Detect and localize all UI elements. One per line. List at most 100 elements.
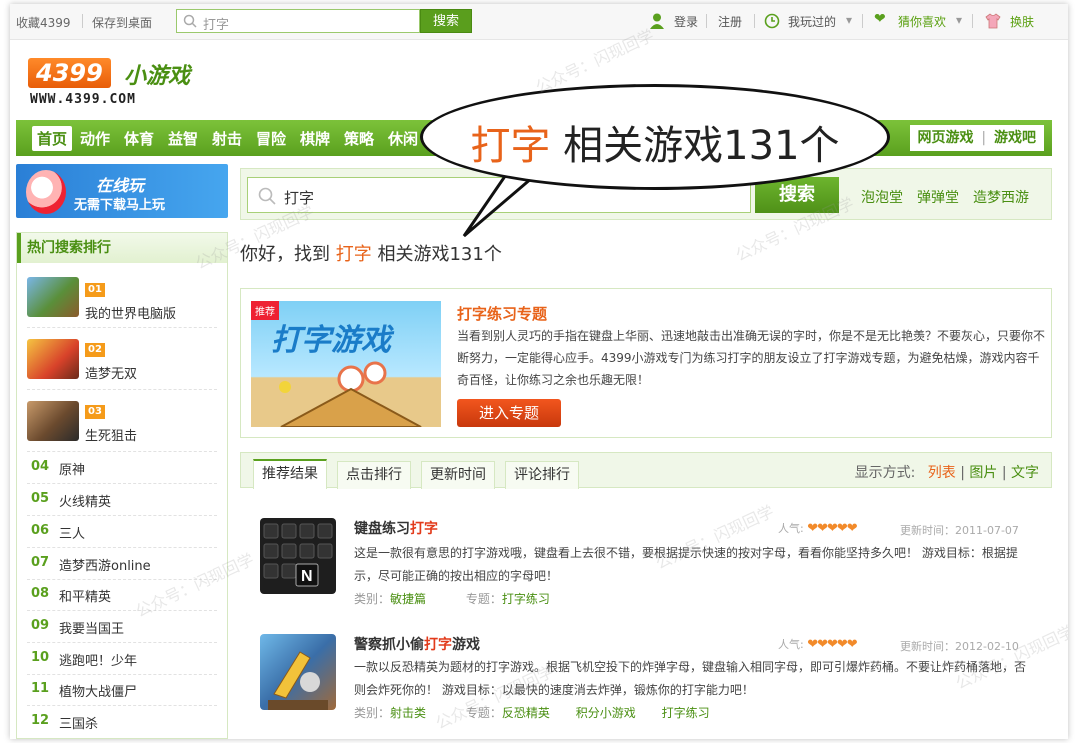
rank-number: 08 xyxy=(31,586,50,601)
tab-comment-rank[interactable]: 评论排行 xyxy=(505,461,579,489)
rank-item-name[interactable]: 火线精英 xyxy=(59,491,111,510)
site-logo[interactable]: 4399 小游戏 WWW.4399.COM xyxy=(28,56,208,112)
divider xyxy=(27,547,217,548)
topic-link[interactable]: 积分小游戏 xyxy=(576,706,636,720)
topic-illustration xyxy=(279,361,422,427)
guess-like-menu[interactable]: 猜你喜欢 xyxy=(898,13,946,30)
divider xyxy=(754,14,755,28)
top-search-button[interactable]: 搜索 xyxy=(420,9,472,33)
clock-icon xyxy=(764,13,780,29)
rank-item-name[interactable]: 我要当国王 xyxy=(59,618,124,637)
display-image-option[interactable]: 图片 xyxy=(969,465,997,481)
game-title[interactable]: 警察抓小偷打字游戏 xyxy=(354,634,480,654)
popularity: 人气: ❤❤❤❤❤ xyxy=(778,636,858,652)
hot-search-sidebar: 热门搜索排行 01 我的世界电脑版 02 造梦无双 03 生死狙击 04 原神 … xyxy=(16,232,228,739)
rank-item-name[interactable]: 逃跑吧！少年 xyxy=(59,650,137,669)
topic-link[interactable]: 打字练习 xyxy=(662,706,710,720)
hot-link[interactable]: 泡泡堂 xyxy=(861,187,903,207)
user-icon xyxy=(650,13,664,29)
divider xyxy=(27,674,217,675)
result-tabs: 推荐结果 点击排行 更新时间 评论排行 显示方式: 列表 | 图片 | 文字 xyxy=(240,452,1052,489)
topic-link[interactable]: 反恐精英 xyxy=(502,706,550,720)
popularity-label: 人气: xyxy=(778,522,804,535)
divider: | xyxy=(1001,465,1007,481)
tab-recommended[interactable]: 推荐结果 xyxy=(253,459,327,489)
tab-update-time[interactable]: 更新时间 xyxy=(421,461,495,489)
rank-badge: 02 xyxy=(85,343,105,357)
hot-link[interactable]: 造梦西游 xyxy=(973,187,1029,207)
heart-rating-icon: ❤❤❤❤❤ xyxy=(807,521,857,536)
rank-item-name[interactable]: 植物大战僵尸 xyxy=(59,681,137,700)
browser-page: 收藏4399 保存到桌面 打字 搜索 登录 注册 我玩过的 ▾ ❤ 猜你喜欢 ▾… xyxy=(10,4,1068,739)
rank-item-name[interactable]: 我的世界电脑版 xyxy=(85,303,176,322)
topic-description: 当看到别人灵巧的手指在键盘上华丽、迅速地敲击出准确无误的字时，你是不是无比艳羡？… xyxy=(457,329,1046,387)
nav-item-shooting[interactable]: 射击 xyxy=(212,128,242,149)
display-label: 显示方式: xyxy=(854,465,916,481)
skin-link[interactable]: 换肤 xyxy=(1010,13,1034,30)
nav-item-puzzle[interactable]: 益智 xyxy=(168,128,198,149)
category-link[interactable]: 敏捷篇 xyxy=(390,592,426,606)
divider xyxy=(27,327,217,328)
game-thumbnail[interactable] xyxy=(27,339,79,379)
topic-title[interactable]: 打字练习专题 xyxy=(457,303,547,324)
rank-item-name[interactable]: 造梦西游online xyxy=(59,555,151,574)
result-keyword: 打字 xyxy=(335,244,372,265)
nav-item-board[interactable]: 棋牌 xyxy=(300,128,330,149)
rank-number: 04 xyxy=(31,459,50,474)
play-online-banner[interactable]: 在线玩 无需下载马上玩 xyxy=(16,164,228,218)
svg-text:N: N xyxy=(301,568,313,585)
game-thumbnail[interactable] xyxy=(27,401,79,441)
rank-item-name[interactable]: 生死狙击 xyxy=(85,425,137,444)
rank-item-name[interactable]: 和平精英 xyxy=(59,586,111,605)
played-menu[interactable]: 我玩过的 xyxy=(788,13,836,30)
rank-item-name[interactable]: 原神 xyxy=(59,459,85,478)
game-meta: 类别：射击类 专题：反恐精英 积分小游戏 打字练习 xyxy=(354,704,710,721)
web-games-link[interactable]: 网页游戏 xyxy=(918,130,974,146)
game-thumbnail[interactable] xyxy=(260,634,336,710)
rank-item-name[interactable]: 造梦无双 xyxy=(85,363,137,382)
topic-link[interactable]: 打字练习 xyxy=(502,592,550,606)
callout-bubble: 打字 相关游戏131个 xyxy=(420,84,890,190)
register-link[interactable]: 注册 xyxy=(718,13,742,30)
divider xyxy=(82,14,83,28)
game-title[interactable]: 键盘练习打字 xyxy=(354,518,438,538)
tab-click-rank[interactable]: 点击排行 xyxy=(337,461,411,489)
display-text-option[interactable]: 文字 xyxy=(1011,465,1039,481)
update-date: 更新时间：2011-07-07 xyxy=(900,524,1019,537)
game-forum-link[interactable]: 游戏吧 xyxy=(994,130,1036,146)
topic-image[interactable]: 打字游戏 推荐 xyxy=(251,301,441,427)
game-meta: 类别：敏捷篇 专题：打字练习 xyxy=(354,590,550,607)
chevron-down-icon[interactable]: ▾ xyxy=(956,13,962,27)
hot-link[interactable]: 弹弹堂 xyxy=(917,187,959,207)
game-thumbnail[interactable] xyxy=(27,277,79,317)
bookmark-link[interactable]: 收藏4399 xyxy=(16,14,71,31)
nav-item-sports[interactable]: 体育 xyxy=(124,128,154,149)
save-desktop-link[interactable]: 保存到桌面 xyxy=(92,14,152,31)
nav-item-home[interactable]: 首页 xyxy=(32,126,73,151)
login-link[interactable]: 登录 xyxy=(674,13,698,30)
search-icon xyxy=(183,14,197,28)
topic-panel: 打字游戏 推荐 打字练习专题 当看到别人灵巧的手指在键盘上华丽、迅速地敲击出准确… xyxy=(240,288,1052,438)
result-suffix: 相关游戏131个 xyxy=(377,244,502,265)
result-prefix: 你好，找到 xyxy=(240,244,330,265)
enter-topic-button[interactable]: 进入专题 xyxy=(457,399,561,427)
category-link[interactable]: 射击类 xyxy=(390,706,426,720)
top-search-input[interactable]: 打字 xyxy=(176,9,420,33)
display-list-option[interactable]: 列表 xyxy=(928,465,956,481)
divider xyxy=(862,14,863,28)
rank-number: 09 xyxy=(31,618,50,633)
logo-brand: 4399 xyxy=(28,58,111,88)
game-description: 这是一款很有意思的打字游戏哦，键盘看上去很不错，要根据提示快速的按对字母，看看你… xyxy=(354,546,1018,583)
nav-item-adventure[interactable]: 冒险 xyxy=(256,128,286,149)
sidebar-title: 热门搜索排行 xyxy=(17,233,227,263)
nav-item-casual[interactable]: 休闲 xyxy=(388,128,418,149)
divider xyxy=(27,515,217,516)
rank-item-name[interactable]: 三人 xyxy=(59,523,85,542)
chevron-down-icon[interactable]: ▾ xyxy=(846,13,852,27)
nav-item-action[interactable]: 动作 xyxy=(80,128,110,149)
police-game-image xyxy=(268,651,328,710)
rank-item-name[interactable]: 三国杀 xyxy=(59,713,98,732)
game-thumbnail[interactable]: N xyxy=(260,518,336,594)
rank-number: 07 xyxy=(31,555,50,570)
nav-item-strategy[interactable]: 策略 xyxy=(344,128,374,149)
